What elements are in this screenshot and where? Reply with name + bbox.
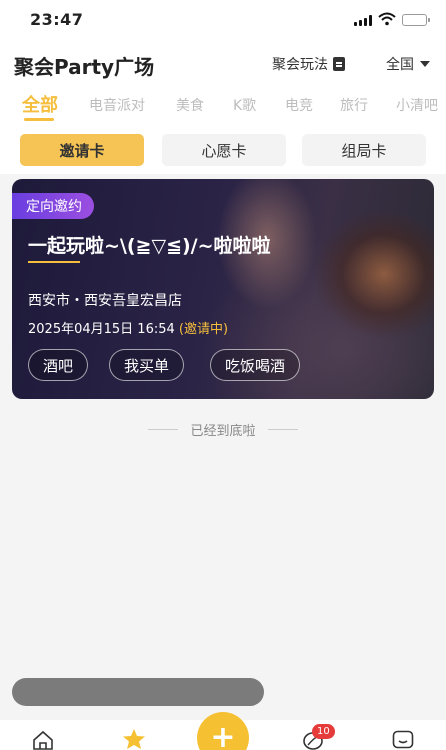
party-play-label: 聚会玩法 bbox=[272, 57, 328, 73]
divider-left bbox=[148, 429, 179, 430]
event-status: (邀请中) bbox=[178, 322, 229, 337]
card-type-tabs: 邀请卡 心愿卡 组局卡 bbox=[0, 124, 446, 174]
battery-icon bbox=[402, 14, 430, 26]
region-selector[interactable]: 全国 bbox=[386, 54, 430, 74]
event-datetime: 2025年04月15日 16:54 bbox=[28, 322, 175, 337]
message-icon[interactable] bbox=[392, 730, 414, 750]
event-card[interactable]: 定向邀约 一起玩啦~\(≧▽≦)/~啦啦啦 西安市・西安吾皇宏昌店 2025年0… bbox=[12, 179, 434, 399]
category-tab-esports[interactable]: 电竞 bbox=[285, 95, 313, 115]
tab-wish-card[interactable]: 心愿卡 bbox=[162, 134, 286, 166]
title-accent-line bbox=[28, 261, 80, 263]
page-title: 聚会Party广场 bbox=[14, 55, 155, 79]
wifi-icon bbox=[378, 12, 396, 26]
event-chip-i-pay[interactable]: 我买单 bbox=[109, 349, 185, 381]
end-of-list-note: 已经到底啦 bbox=[0, 420, 446, 439]
active-category-indicator bbox=[24, 118, 54, 121]
caret-down-icon bbox=[420, 61, 430, 67]
category-tab-karaoke[interactable]: K歌 bbox=[233, 95, 256, 115]
divider-right bbox=[267, 429, 298, 430]
tab-invite-card[interactable]: 邀请卡 bbox=[20, 134, 144, 166]
category-tab-travel[interactable]: 旅行 bbox=[340, 95, 368, 115]
event-tag: 定向邀约 bbox=[12, 193, 94, 219]
status-bar: 23:47 bbox=[0, 0, 446, 40]
signal-icon bbox=[354, 15, 372, 26]
page-header: 聚会Party广场 聚会玩法 全国 bbox=[0, 40, 446, 88]
category-tab-edm-party[interactable]: 电音派对 bbox=[89, 95, 145, 115]
notification-badge: 10 bbox=[312, 724, 335, 739]
plus-icon: + bbox=[210, 720, 236, 750]
category-tab-food[interactable]: 美食 bbox=[176, 95, 204, 115]
event-location: 西安市・西安吾皇宏昌店 bbox=[28, 293, 182, 309]
status-time: 23:47 bbox=[30, 10, 84, 29]
party-play-link[interactable]: 聚会玩法 bbox=[272, 54, 345, 74]
event-chip-eat-drink[interactable]: 吃饭喝酒 bbox=[210, 349, 301, 381]
event-datetime-row: 2025年04月15日 16:54 (邀请中) bbox=[28, 318, 228, 337]
star-icon[interactable] bbox=[122, 728, 146, 750]
event-title: 一起玩啦~\(≧▽≦)/~啦啦啦 bbox=[28, 235, 271, 257]
category-tab-small-bar[interactable]: 小清吧 bbox=[396, 95, 438, 115]
end-note-text: 已经到底啦 bbox=[190, 424, 256, 439]
create-button[interactable]: + bbox=[197, 712, 249, 750]
bottom-tab-bar: + 10 bbox=[0, 712, 446, 750]
home-icon[interactable] bbox=[32, 730, 54, 750]
tab-group-card[interactable]: 组局卡 bbox=[302, 134, 426, 166]
category-tab-all[interactable]: 全部 bbox=[22, 91, 58, 117]
event-chip-bar[interactable]: 酒吧 bbox=[28, 349, 89, 381]
category-tabs: 全部 电音派对 美食 K歌 电竞 旅行 小清吧 bbox=[0, 88, 446, 124]
document-icon bbox=[333, 57, 345, 71]
home-indicator bbox=[12, 678, 264, 706]
region-label: 全国 bbox=[386, 57, 414, 73]
